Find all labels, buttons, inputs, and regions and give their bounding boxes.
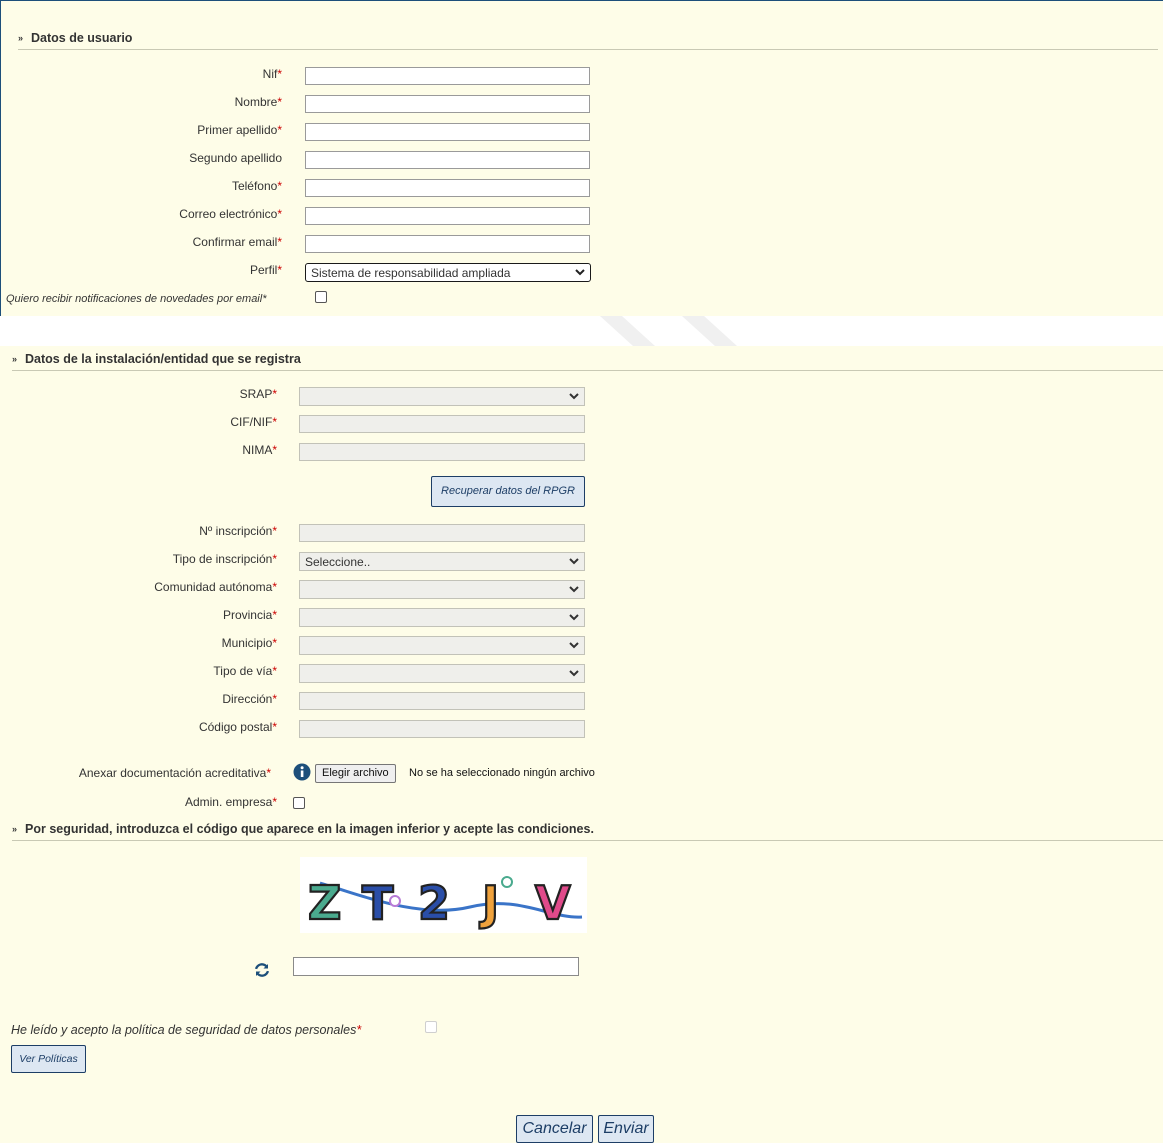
nima-input[interactable] bbox=[299, 443, 585, 461]
chevron-down-icon bbox=[569, 393, 579, 400]
chevron-down-icon bbox=[569, 614, 579, 621]
policy-checkbox[interactable] bbox=[425, 1021, 437, 1033]
refresh-icon[interactable] bbox=[253, 961, 271, 979]
file-choose-button[interactable]: Elegir archivo bbox=[315, 764, 396, 783]
notify-checkbox[interactable] bbox=[315, 291, 327, 303]
nif-label: Nif* bbox=[262, 67, 282, 81]
segundo-apellido-input[interactable] bbox=[305, 151, 590, 169]
policy-label: He leído y acepto la política de segurid… bbox=[11, 1023, 362, 1037]
srap-select[interactable] bbox=[299, 387, 585, 406]
captcha-char: V bbox=[535, 876, 571, 930]
info-icon[interactable] bbox=[293, 763, 311, 781]
cif-label: CIF/NIF* bbox=[230, 415, 277, 429]
anexar-label: Anexar documentación acreditativa* bbox=[78, 766, 271, 780]
chevron-right-icon: » bbox=[12, 354, 18, 364]
telefono-label: Teléfono* bbox=[231, 179, 282, 193]
codigo-postal-input[interactable] bbox=[299, 720, 585, 738]
chevron-down-icon bbox=[569, 642, 579, 649]
perfil-select[interactable]: Sistema de responsabilidad ampliada bbox=[305, 263, 591, 282]
codigo-postal-label: Código postal* bbox=[198, 720, 277, 734]
correo-label: Correo electrónico* bbox=[179, 207, 282, 221]
captcha-noise-dot bbox=[501, 876, 513, 888]
tipo-inscripcion-label: Tipo de inscripción* bbox=[172, 552, 277, 566]
srap-label: SRAP* bbox=[239, 387, 277, 401]
admin-label: Admin. empresa* bbox=[184, 795, 277, 809]
nombre-label: Nombre* bbox=[234, 95, 282, 109]
captcha-char: T bbox=[362, 876, 394, 930]
municipio-select[interactable] bbox=[299, 636, 585, 655]
nima-label: NIMA* bbox=[242, 443, 277, 457]
direccion-label: Dirección* bbox=[222, 692, 277, 706]
section-title-user: » Datos de usuario bbox=[18, 31, 1158, 50]
notify-label: Quiero recibir notificaciones de novedad… bbox=[6, 293, 267, 305]
comunidad-label: Comunidad autónoma* bbox=[154, 580, 277, 594]
chevron-down-icon bbox=[569, 558, 579, 565]
recuperar-datos-button[interactable]: Recuperar datos del RPGR bbox=[431, 476, 585, 507]
segundo-apellido-label: Segundo apellido bbox=[189, 151, 282, 165]
telefono-input[interactable] bbox=[305, 179, 590, 197]
admin-checkbox[interactable] bbox=[293, 797, 305, 809]
tipo-inscripcion-select[interactable]: Seleccione.. bbox=[299, 552, 585, 571]
tipo-via-select[interactable] bbox=[299, 664, 585, 683]
cif-input[interactable] bbox=[299, 415, 585, 433]
watermark-graphic bbox=[600, 316, 737, 346]
chevron-down-icon bbox=[569, 586, 579, 593]
nif-input[interactable] bbox=[305, 67, 590, 85]
captcha-char: Z bbox=[308, 876, 341, 930]
cancel-button[interactable]: Cancelar bbox=[516, 1115, 593, 1143]
entity-panel: » Datos de la instalación/entidad que se … bbox=[0, 346, 1163, 1143]
confirmar-email-label: Confirmar email* bbox=[192, 235, 282, 249]
captcha-char: J bbox=[479, 876, 499, 930]
inscripcion-input[interactable] bbox=[299, 524, 585, 542]
captcha-char: 2 bbox=[418, 876, 450, 930]
provincia-select[interactable] bbox=[299, 608, 585, 627]
primer-apellido-input[interactable] bbox=[305, 123, 590, 141]
perfil-label: Perfil* bbox=[249, 263, 282, 277]
ver-politicas-button[interactable]: Ver Políticas bbox=[11, 1045, 86, 1073]
submit-button[interactable]: Enviar bbox=[598, 1115, 654, 1143]
section-title-entity: » Datos de la instalación/entidad que se … bbox=[12, 352, 1163, 371]
nombre-input[interactable] bbox=[305, 95, 590, 113]
user-data-panel: » Datos de usuario Nif* Nombre* Primer ap… bbox=[0, 0, 1163, 316]
chevron-right-icon: » bbox=[18, 33, 24, 43]
section-title-security: » Por seguridad, introduzca el código que… bbox=[12, 822, 1163, 841]
primer-apellido-label: Primer apellido* bbox=[197, 123, 282, 137]
provincia-label: Provincia* bbox=[222, 608, 277, 622]
inscripcion-label: Nº inscripción* bbox=[199, 524, 277, 538]
correo-input[interactable] bbox=[305, 207, 590, 225]
captcha-input[interactable] bbox=[293, 957, 579, 976]
confirmar-email-input[interactable] bbox=[305, 235, 590, 253]
file-status-text: No se ha seleccionado ningún archivo bbox=[409, 767, 595, 779]
chevron-down-icon bbox=[575, 269, 585, 276]
tipo-via-label: Tipo de vía* bbox=[213, 664, 277, 678]
chevron-down-icon bbox=[569, 670, 579, 677]
captcha-image: Z T 2 J V bbox=[300, 857, 587, 933]
direccion-input[interactable] bbox=[299, 692, 585, 710]
chevron-right-icon: » bbox=[12, 824, 18, 834]
comunidad-select[interactable] bbox=[299, 580, 585, 599]
municipio-label: Municipio* bbox=[221, 636, 277, 650]
